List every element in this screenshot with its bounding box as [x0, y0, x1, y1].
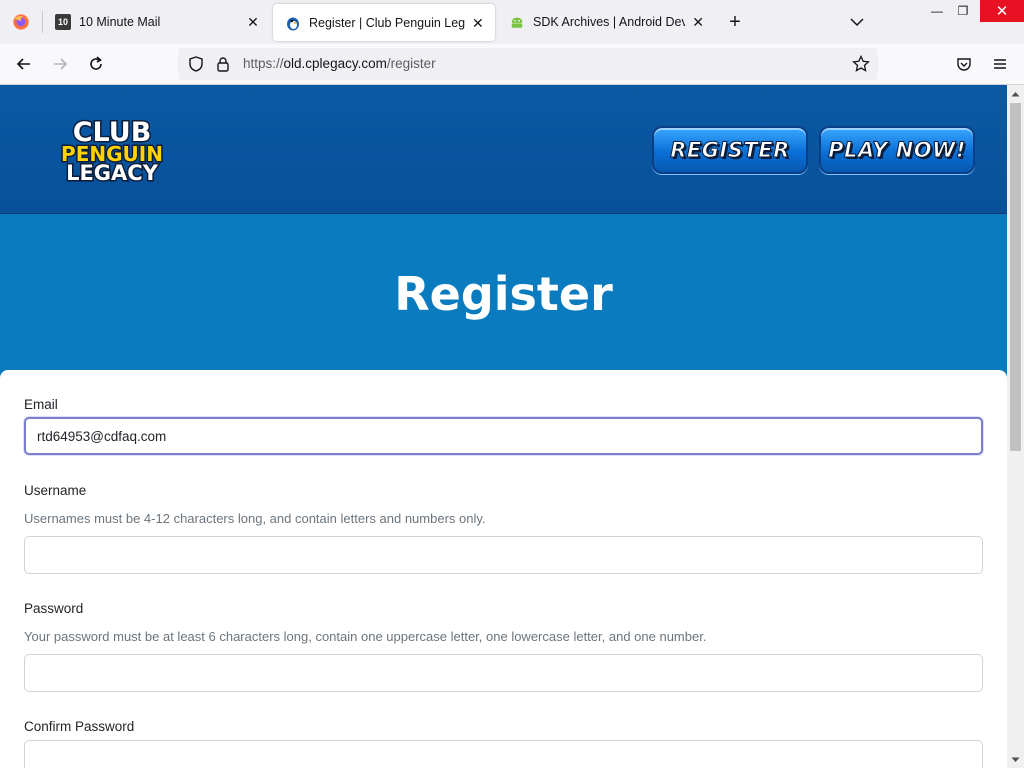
plus-icon: + — [729, 10, 741, 33]
play-now-button-label: PLAY NOW! — [828, 138, 966, 163]
firefox-icon[interactable] — [0, 0, 42, 44]
tab-register-club-penguin[interactable]: Register | Club Penguin Legacy ✕ — [273, 4, 495, 41]
scroll-up-arrow-icon[interactable] — [1007, 85, 1024, 102]
svg-text:LEGACY: LEGACY — [66, 161, 159, 183]
tab-strip: 10 10 Minute Mail ✕ Register | Club Peng… — [0, 0, 1024, 44]
email-label: Email — [24, 397, 58, 412]
tab-10-minute-mail[interactable]: 10 10 Minute Mail ✕ — [43, 0, 271, 44]
page-title: Register — [394, 267, 613, 321]
scroll-down-arrow-icon[interactable] — [1007, 751, 1024, 768]
register-form-card: Email Username Usernames must be 4-12 ch… — [0, 370, 1007, 768]
android-favicon-icon — [509, 14, 525, 30]
page-viewport: CLUB PENGUIN LEGACY REGISTER PLAY NOW! R… — [0, 85, 1007, 768]
confirm-password-label: Confirm Password — [24, 719, 135, 734]
window-close-button[interactable]: ✕ — [980, 0, 1024, 22]
register-button[interactable]: REGISTER — [652, 126, 808, 174]
tab-label: 10 Minute Mail — [79, 15, 161, 29]
maximize-button[interactable]: ❐ — [948, 0, 978, 22]
url-host: old.cplegacy.com — [283, 56, 387, 71]
register-button-label: REGISTER — [670, 138, 790, 163]
url-scheme: https:// — [243, 56, 284, 71]
tab-label: SDK Archives | Android Develop — [533, 15, 686, 29]
navigation-toolbar: https://old.cplegacy.com/register — [0, 44, 1024, 85]
tab-label: Register | Club Penguin Legacy — [309, 15, 465, 30]
penguin-favicon-icon — [285, 15, 301, 31]
back-arrow-icon[interactable] — [10, 50, 38, 78]
ten-minute-mail-favicon-icon: 10 — [55, 14, 71, 30]
lock-icon[interactable] — [216, 56, 230, 77]
email-field[interactable] — [24, 417, 983, 455]
forward-arrow-icon[interactable] — [46, 50, 74, 78]
close-icon[interactable]: ✕ — [245, 14, 261, 30]
scrollbar-thumb[interactable] — [1010, 103, 1021, 451]
confirm-password-field[interactable] — [24, 740, 983, 768]
hero-banner: Register — [0, 215, 1007, 370]
username-label: Username — [24, 483, 87, 498]
new-tab-button[interactable]: + — [715, 0, 755, 44]
url-bar[interactable]: https://old.cplegacy.com/register — [178, 48, 878, 80]
url-path: /register — [386, 56, 436, 71]
password-field[interactable] — [24, 654, 983, 692]
play-now-button[interactable]: PLAY NOW! — [819, 126, 975, 174]
close-icon[interactable]: ✕ — [691, 14, 705, 30]
star-icon[interactable] — [852, 54, 870, 78]
club-penguin-legacy-logo[interactable]: CLUB PENGUIN LEGACY — [46, 116, 178, 187]
password-label: Password — [24, 601, 84, 616]
username-help-text: Usernames must be 4-12 characters long, … — [24, 511, 486, 526]
chevron-down-icon[interactable] — [846, 12, 868, 32]
page-scrollbar[interactable] — [1007, 85, 1024, 768]
username-field[interactable] — [24, 536, 983, 574]
menu-icon[interactable] — [986, 50, 1014, 78]
url-text[interactable]: https://old.cplegacy.com/register — [243, 56, 436, 71]
pocket-icon[interactable] — [950, 50, 978, 78]
site-header: CLUB PENGUIN LEGACY REGISTER PLAY NOW! — [0, 85, 1007, 214]
close-icon[interactable]: ✕ — [471, 15, 485, 31]
reload-icon[interactable] — [82, 50, 110, 78]
tab-sdk-archives[interactable]: SDK Archives | Android Develop ✕ — [497, 0, 715, 44]
shield-icon[interactable] — [188, 56, 204, 77]
password-help-text: Your password must be at least 6 charact… — [24, 629, 707, 644]
